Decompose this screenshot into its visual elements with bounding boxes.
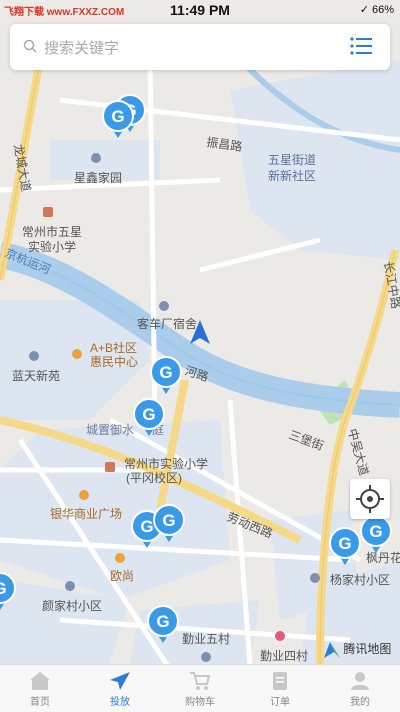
pin-marker-letter: G (0, 579, 7, 598)
pin-marker-letter: G (369, 522, 382, 541)
tab-order-label: 订单 (270, 697, 290, 708)
pin-marker-letter: G (142, 405, 155, 424)
label-yangjiacun: 杨家村小区 (330, 572, 390, 587)
tencent-map-logo-icon (324, 641, 340, 658)
label-xinxin-shequ: 新新社区 (268, 168, 316, 183)
pin-marker-letter: G (156, 612, 169, 631)
label-oushang: 欧尚 (110, 569, 134, 583)
label-shiyan-xiaoxue-1: 常州市实验小学 (124, 456, 208, 471)
home-icon (30, 672, 50, 690)
tab-home-label: 首页 (30, 697, 50, 708)
status-bar: 飞翔下载 www.FXXZ.COM 11:49 PM ✓ 66% (0, 0, 400, 22)
label-ab-community-2: 惠民中心 (90, 354, 138, 369)
pin-marker-letter: G (111, 107, 124, 126)
status-time: 11:49 PM (170, 2, 230, 18)
tab-bar: 首页 投放 购物车 订单 我的 (0, 664, 400, 712)
tab-profile[interactable]: 我的 (320, 665, 400, 712)
attribution-text: 腾讯地图 (343, 642, 392, 656)
label-qinye-4: 勤业四村 (260, 649, 308, 663)
label-shiyan-xiaoxue-2: (平冈校区) (126, 470, 182, 485)
pin-marker-letter: G (159, 363, 172, 382)
label-fengdanhua: 枫丹花 (366, 550, 400, 565)
search-icon (23, 39, 37, 58)
label-lantian-xinyuan: 蓝天新苑 (12, 368, 60, 383)
tab-profile-label: 我的 (350, 697, 370, 708)
pin-marker-letter: G (140, 517, 153, 536)
label-changzhou-wuxing-1: 常州市五星 (22, 224, 82, 239)
search-bar[interactable]: 搜索关键字 (10, 24, 390, 70)
label-wuxing-jiedao: 五星街道 (268, 153, 316, 167)
label-qinye-5: 勤业五村 (182, 632, 230, 646)
battery-status: ✓ 66% (359, 4, 394, 16)
locate-me-button[interactable] (350, 479, 390, 519)
send-icon (110, 672, 130, 690)
label-yinhua-plaza: 银华商业广场 (50, 506, 122, 521)
pin-marker-letter: G (162, 511, 175, 530)
label-yanjiacun: 颜家村小区 (42, 598, 102, 613)
crosshair-icon (356, 485, 384, 513)
label-ab-community-1: A+B社区 (90, 340, 137, 355)
label-changzhou-wuxing-2: 实验小学 (28, 239, 76, 254)
order-icon (273, 672, 287, 690)
tab-send[interactable]: 投放 (80, 665, 160, 712)
search-input[interactable]: 搜索关键字 (44, 37, 119, 58)
map-attribution: 腾讯地图 (324, 640, 391, 658)
tab-send-label: 投放 (110, 697, 130, 708)
list-menu-icon[interactable] (350, 37, 372, 60)
tab-home[interactable]: 首页 (0, 665, 80, 712)
label-depot-dorm: 客车厂宿舍 (137, 316, 197, 331)
pin-marker-letter: G (338, 534, 351, 553)
label-xingxin-jiayuan: 星鑫家园 (74, 170, 122, 185)
cart-icon (190, 672, 211, 690)
map-canvas[interactable]: 振昌路 五星街道 新新社区 星鑫家园 常州市五星 实验小学 客车厂宿舍 A+B社… (0, 0, 400, 711)
tab-order[interactable]: 订单 (240, 665, 320, 712)
label-chengzhi: 城置御水 (86, 422, 134, 437)
tab-cart[interactable]: 购物车 (160, 665, 240, 712)
tab-cart-label: 购物车 (185, 697, 215, 708)
profile-icon (351, 672, 369, 690)
